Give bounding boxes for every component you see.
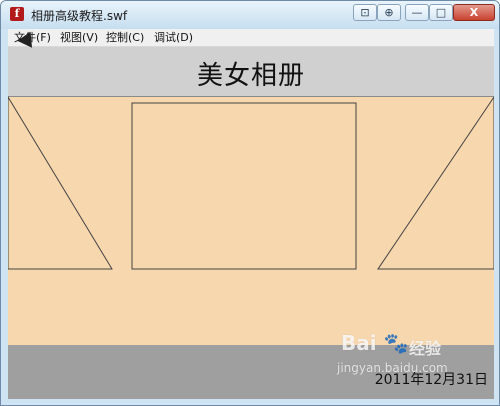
right-photo-frame[interactable]: [377, 96, 494, 270]
minimize-button[interactable]: —: [405, 4, 429, 21]
extra-button-2[interactable]: ⊕: [377, 4, 401, 21]
baidu-watermark: Bai 🐾 经验 jingyan.baidu.com: [337, 327, 491, 387]
watermark-logo: Bai 🐾: [341, 331, 409, 355]
title-bar[interactable]: f 相册高级教程.swf ⊡ ⊕ — □ X: [1, 1, 499, 29]
extra-button-1[interactable]: ⊡: [353, 4, 377, 21]
left-photo-frame[interactable]: [8, 96, 113, 270]
close-button[interactable]: X: [453, 4, 495, 21]
watermark-sub: 经验: [409, 339, 442, 358]
maximize-button[interactable]: □: [429, 4, 453, 21]
menu-debug[interactable]: 调试(D): [154, 31, 193, 45]
menu-control[interactable]: 控制(C): [106, 31, 144, 45]
app-window: f 相册高级教程.swf ⊡ ⊕ — □ X 文件(F) 视图(V) 控制(C)…: [0, 0, 500, 406]
menu-bar: 文件(F) 视图(V) 控制(C) 调试(D): [8, 29, 494, 47]
window-title: 相册高级教程.swf: [31, 9, 128, 23]
watermark-url: jingyan.baidu.com: [337, 361, 448, 375]
flash-icon: f: [10, 7, 24, 21]
center-photo-frame[interactable]: [131, 102, 357, 270]
menu-view[interactable]: 视图(V): [60, 31, 98, 45]
